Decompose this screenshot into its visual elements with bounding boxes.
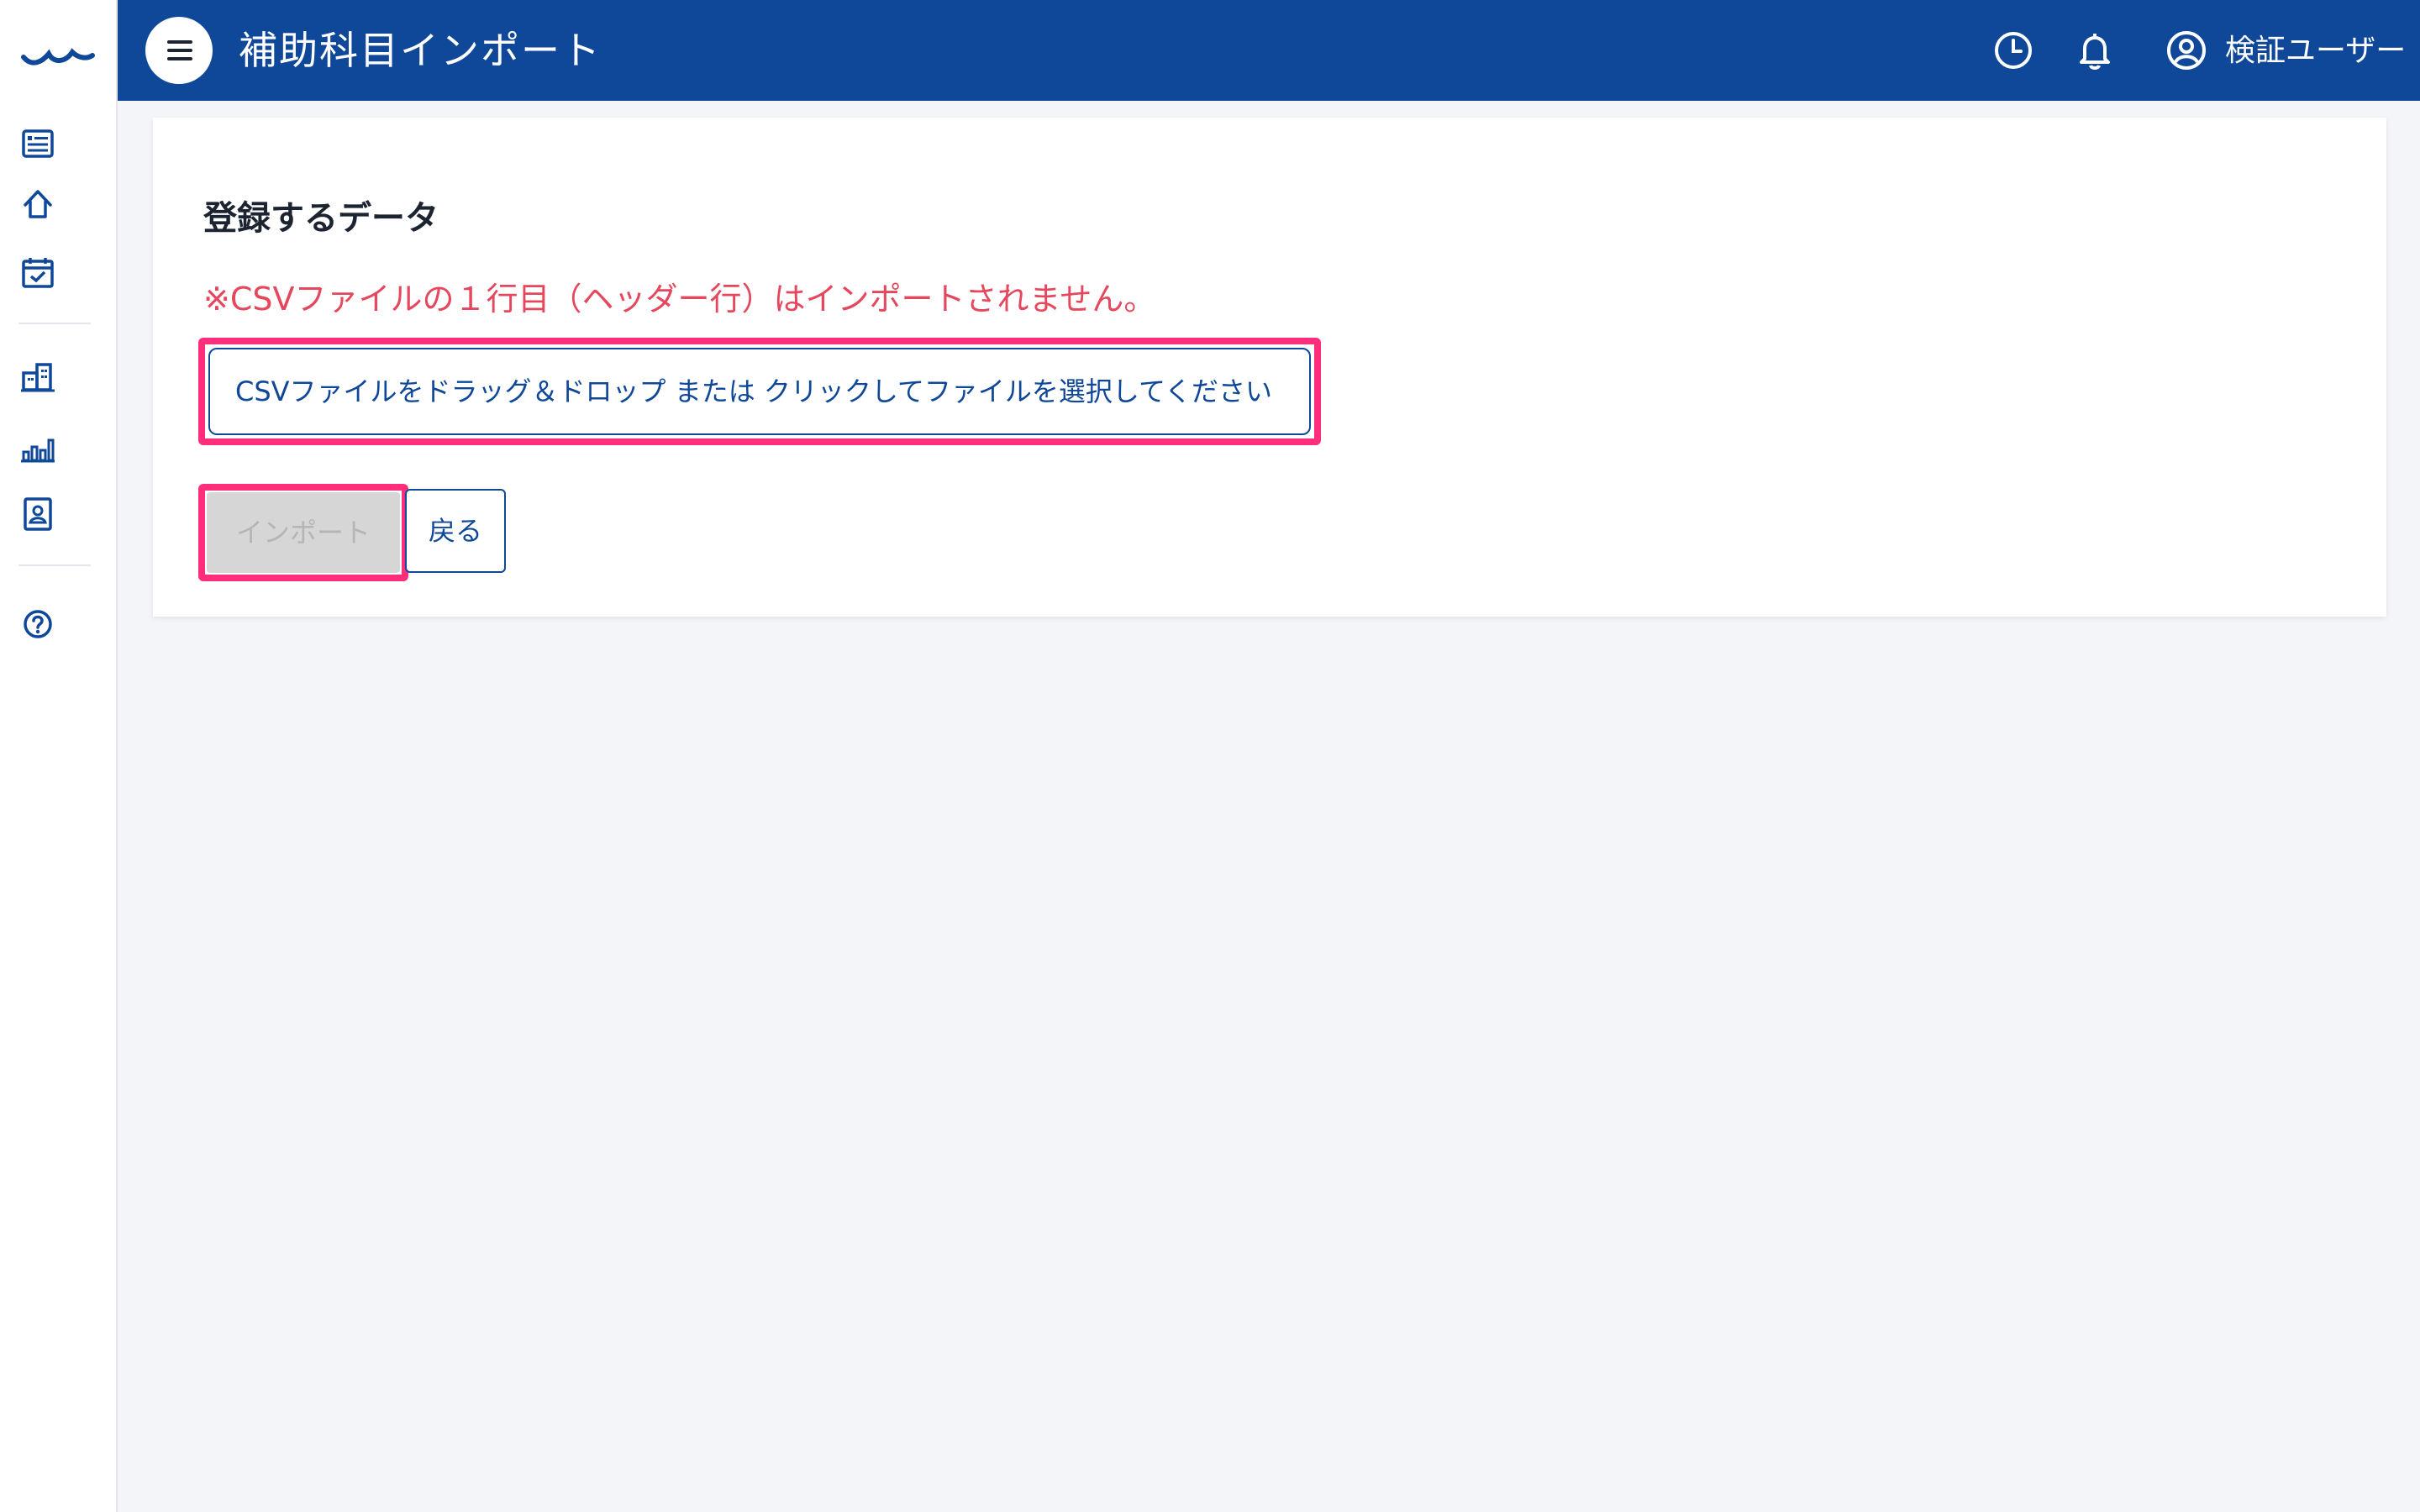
help-icon[interactable] (18, 605, 57, 643)
page-title: 補助科目インポート (239, 28, 602, 73)
sidebar-divider (18, 323, 91, 324)
user-name[interactable]: 検証ユーザー (2225, 30, 2406, 72)
sidebar-divider (18, 564, 91, 566)
bar-chart-icon[interactable] (18, 428, 57, 467)
header-row-notice: ※CSVファイルの１行目（ヘッダー行）はインポートされません。 (203, 281, 1156, 318)
notification-bell-icon[interactable] (2073, 29, 2117, 72)
sidebar (0, 0, 118, 1512)
list-document-icon[interactable] (18, 124, 57, 163)
import-card: 登録するデータ ※CSVファイルの１行目（ヘッダー行）はインポートされません。 … (153, 118, 2386, 617)
dropzone-label: CSVファイルをドラッグ＆ドロップ または クリックしてファイルを選択してくださ… (235, 375, 1273, 407)
section-title: 登録するデータ (203, 199, 439, 238)
building-icon[interactable] (18, 358, 57, 396)
back-button[interactable]: 戻る (405, 489, 506, 573)
import-button[interactable]: インポート (207, 492, 400, 573)
calendar-check-icon[interactable] (18, 254, 57, 292)
top-app-bar: 補助科目インポート 検証ユーザー (118, 0, 2420, 101)
brand-logo[interactable] (20, 34, 96, 67)
hamburger-menu-icon[interactable] (145, 17, 213, 84)
contact-card-icon[interactable] (18, 494, 57, 533)
history-clock-icon[interactable] (1991, 29, 2035, 72)
home-icon[interactable] (18, 185, 57, 223)
csv-file-dropzone[interactable]: CSVファイルをドラッグ＆ドロップ または クリックしてファイルを選択してくださ… (208, 348, 1311, 435)
user-account-icon[interactable] (2165, 29, 2208, 72)
